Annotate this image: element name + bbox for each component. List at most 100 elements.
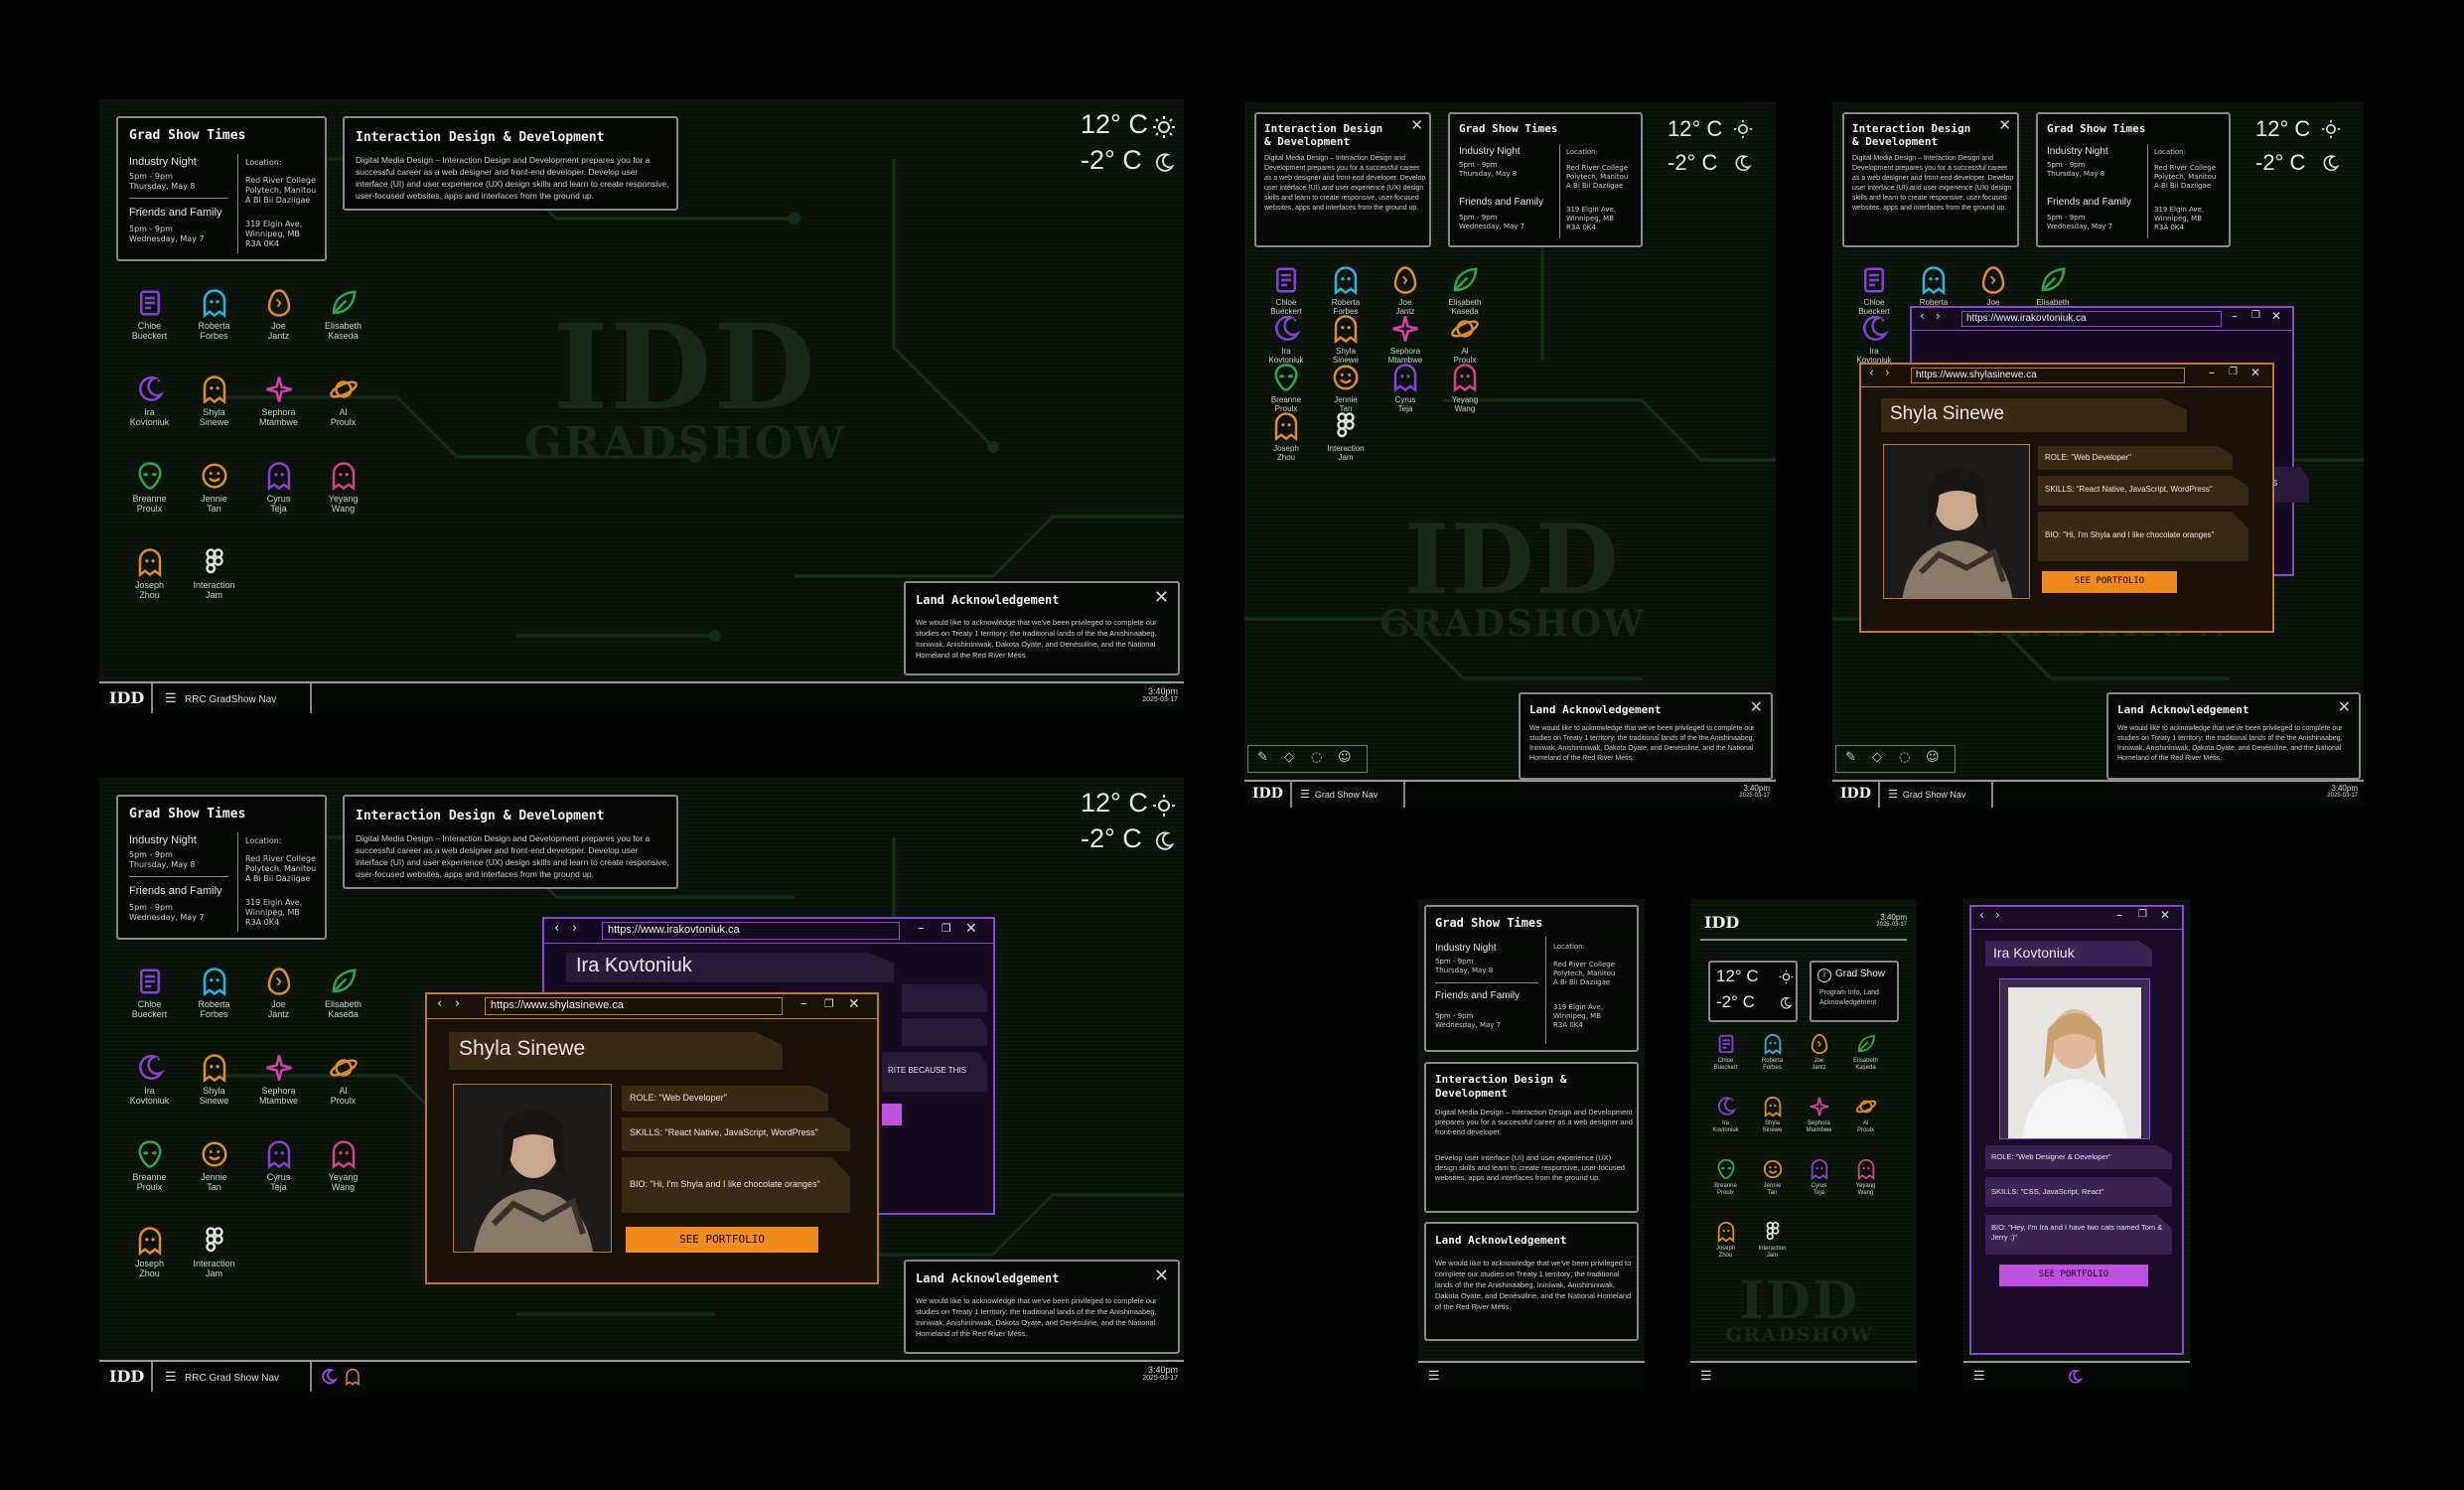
close-icon[interactable]: ✕ — [2338, 697, 2351, 716]
maximize-icon[interactable]: ❐ — [824, 997, 834, 1010]
student-icon-ira[interactable]: Ira Kovtoniuk — [1258, 314, 1314, 365]
idd-logo[interactable]: IDD — [1840, 786, 1871, 802]
maximize-icon[interactable]: ❐ — [2229, 367, 2238, 377]
nav-menu[interactable]: ☰ Grad Show Nav — [1888, 788, 1965, 801]
close-icon[interactable]: ✕ — [2250, 366, 2260, 379]
student-icon-breanne[interactable]: Breanne Proulx — [119, 461, 180, 515]
maximize-icon[interactable]: ❐ — [2138, 909, 2147, 920]
student-icon-sephora[interactable]: Sephora Mtambwe — [1798, 1096, 1840, 1134]
nav-menu[interactable]: ☰ RRC GradShow Nav — [165, 690, 276, 706]
forward-icon[interactable]: › — [1885, 366, 1890, 379]
url-bar[interactable]: https://www.irakovtoniuk.ca — [602, 922, 900, 940]
idd-logo[interactable]: IDD — [109, 1367, 144, 1386]
student-icon-al[interactable]: Al Proulx — [1437, 314, 1493, 365]
grad-show-shortcut[interactable]: i Grad Show Program Info, Land Acknowled… — [1810, 961, 1899, 1022]
student-icon-ira[interactable]: Ira Kovtoniuk — [1846, 314, 1902, 365]
browser-window-ira[interactable]: ‹ › – ❐ ✕ Ira Kovtoniuk ROLE: "Web Desig… — [1969, 905, 2184, 1355]
student-icon-al[interactable]: Al Proulx — [313, 1053, 373, 1107]
minimize-icon[interactable]: – — [918, 921, 925, 936]
student-icon-roberta[interactable]: Roberta Forbes — [1751, 1033, 1794, 1072]
pencil-icon[interactable]: ✎ — [1257, 750, 1268, 765]
student-icon-interaction[interactable]: Interaction Jam — [184, 1226, 244, 1279]
student-icon-chloe[interactable]: Chloe Bueckert — [119, 967, 180, 1020]
student-icon-joe[interactable]: Joe Jantz — [248, 967, 309, 1020]
student-icon-chloe[interactable]: Chloe Bueckert — [119, 288, 180, 342]
close-icon[interactable]: ✕ — [1750, 697, 1763, 716]
forward-icon[interactable]: › — [1995, 908, 2000, 922]
student-icon-sephora[interactable]: Sephora Mtambwe — [1377, 314, 1433, 365]
taskbar-moon-icon[interactable] — [320, 1368, 338, 1386]
taskbar-moon-icon[interactable] — [2067, 1369, 2083, 1385]
student-icon-joseph[interactable]: Joseph Zhou — [1258, 411, 1314, 462]
back-icon[interactable]: ‹ — [437, 996, 442, 1011]
student-icon-yeyang[interactable]: Yeyang Wang — [313, 1139, 373, 1193]
url-bar[interactable]: https://www.shylasinewe.ca — [1911, 368, 2185, 383]
back-icon[interactable]: ‹ — [1979, 908, 1984, 922]
close-icon[interactable]: ✕ — [1154, 587, 1169, 608]
student-icon-chloe[interactable]: Chloe Bueckert — [1258, 265, 1314, 316]
student-icon-roberta[interactable]: Roberta Forbes — [1318, 265, 1374, 316]
back-icon[interactable]: ‹ — [554, 921, 559, 936]
student-icon-ira[interactable]: Ira Kovtoniuk — [1704, 1096, 1747, 1134]
student-icon-breanne[interactable]: Breanne Proulx — [1704, 1158, 1747, 1197]
student-icon-breanne[interactable]: Breanne Proulx — [1258, 363, 1314, 413]
student-icon-roberta[interactable]: Roberta Forbes — [184, 288, 244, 342]
student-icon-sephora[interactable]: Sephora Mtambwe — [248, 1053, 309, 1107]
emoji-icon[interactable]: ☺ — [1926, 750, 1940, 765]
minimize-icon[interactable]: – — [800, 996, 807, 1011]
student-icon-interaction[interactable]: Interaction Jam — [1751, 1221, 1794, 1260]
minimize-icon[interactable]: – — [2116, 908, 2122, 922]
student-icon-interaction[interactable]: Interaction Jam — [1318, 411, 1374, 462]
idd-logo[interactable]: IDD — [109, 688, 144, 707]
student-icon-jennie[interactable]: Jennie Tan — [184, 1139, 244, 1193]
student-icon-shyla[interactable]: Shyla Sinewe — [1751, 1096, 1794, 1134]
idd-logo[interactable]: IDD — [1252, 786, 1283, 802]
student-icon-cyrus[interactable]: Cyrus Teja — [248, 1139, 309, 1193]
student-icon-ira[interactable]: Ira Kovtoniuk — [119, 1053, 180, 1107]
student-icon-sephora[interactable]: Sephora Mtambwe — [248, 374, 309, 428]
student-icon-ira[interactable]: Ira Kovtoniuk — [119, 374, 180, 428]
url-bar[interactable]: https://www.irakovtoniuk.ca — [1961, 311, 2222, 327]
student-icon-joseph[interactable]: Joseph Zhou — [119, 1226, 180, 1279]
back-icon[interactable]: ‹ — [1920, 309, 1925, 323]
student-icon-joe[interactable]: Joe Jantz — [1377, 265, 1433, 316]
see-portfolio-button[interactable]: SEE PORTFOLIO — [1999, 1265, 2148, 1286]
student-icon-yeyang[interactable]: Yeyang Wang — [1437, 363, 1493, 413]
student-icon-elisabeth[interactable]: Elisabeth Kaseda — [1437, 265, 1493, 316]
close-icon[interactable]: ✕ — [965, 921, 977, 937]
student-icon-cyrus[interactable]: Cyrus Teja — [1377, 363, 1433, 413]
forward-icon[interactable]: › — [455, 996, 460, 1011]
student-icon-cyrus[interactable]: Cyrus Teja — [248, 461, 309, 515]
forward-icon[interactable]: › — [1936, 309, 1941, 323]
student-icon-shyla[interactable]: Shyla Sinewe — [1318, 314, 1374, 365]
student-icon-elisabeth[interactable]: Elisabeth Kaseda — [313, 288, 373, 342]
url-bar[interactable]: https://www.shylasinewe.ca — [485, 997, 783, 1015]
hamburger-icon[interactable]: ☰ — [1700, 1368, 1712, 1384]
pencil-icon[interactable]: ✎ — [1845, 750, 1856, 765]
student-icon-chloe[interactable]: Chloe Bueckert — [1704, 1033, 1747, 1072]
hamburger-icon[interactable]: ☰ — [1973, 1368, 1985, 1384]
see-portfolio-button[interactable]: SEE PORTFOLIO — [626, 1227, 818, 1253]
eraser-icon[interactable]: ◇ — [1284, 750, 1294, 765]
student-icon-yeyang[interactable]: Yeyang Wang — [313, 461, 373, 515]
student-icon-jennie[interactable]: Jennie Tan — [1318, 363, 1374, 413]
student-icon-shyla[interactable]: Shyla Sinewe — [184, 374, 244, 428]
student-icon-interaction[interactable]: Interaction Jam — [184, 547, 244, 601]
close-icon[interactable]: ✕ — [2271, 309, 2281, 323]
close-icon[interactable]: ✕ — [2160, 908, 2170, 922]
close-icon[interactable]: ✕ — [1410, 116, 1423, 134]
student-icon-yeyang[interactable]: Yeyang Wang — [1844, 1158, 1887, 1197]
student-icon-joseph[interactable]: Joseph Zhou — [1704, 1221, 1747, 1260]
browser-window-shyla[interactable]: ‹ › https://www.shylasinewe.ca – ❐ ✕ Shy… — [1859, 363, 2274, 633]
minimize-icon[interactable]: – — [2232, 309, 2238, 323]
student-icon-al[interactable]: Al Proulx — [1844, 1096, 1887, 1134]
idd-logo[interactable]: IDD — [1704, 913, 1739, 932]
student-icon-al[interactable]: Al Proulx — [313, 374, 373, 428]
student-icon-shyla[interactable]: Shyla Sinewe — [184, 1053, 244, 1107]
see-portfolio-button[interactable] — [882, 1104, 902, 1125]
student-icon-breanne[interactable]: Breanne Proulx — [119, 1139, 180, 1193]
see-portfolio-button[interactable]: SEE PORTFOLIO — [2042, 571, 2177, 593]
comment-icon[interactable]: ◌ — [1311, 750, 1322, 765]
hamburger-icon[interactable]: ☰ — [1428, 1368, 1440, 1384]
maximize-icon[interactable]: ❐ — [942, 922, 951, 935]
